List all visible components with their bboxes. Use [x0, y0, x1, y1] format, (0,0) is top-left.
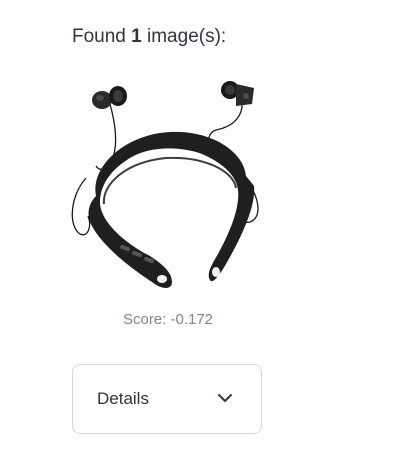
results-panel: Found 1 image(s): Score: -0.172 Details	[0, 0, 412, 463]
results-count-text: Found 1 image(s):	[72, 26, 226, 48]
found-suffix: image(s):	[141, 26, 227, 47]
found-prefix: Found	[72, 26, 132, 47]
details-label: Details	[97, 389, 149, 408]
result-image	[66, 76, 270, 296]
image-score-caption: Score: -0.172	[122, 311, 214, 328]
details-expander[interactable]: Details	[72, 364, 262, 434]
found-count: 1	[131, 26, 142, 47]
chevron-down-icon	[218, 394, 232, 402]
